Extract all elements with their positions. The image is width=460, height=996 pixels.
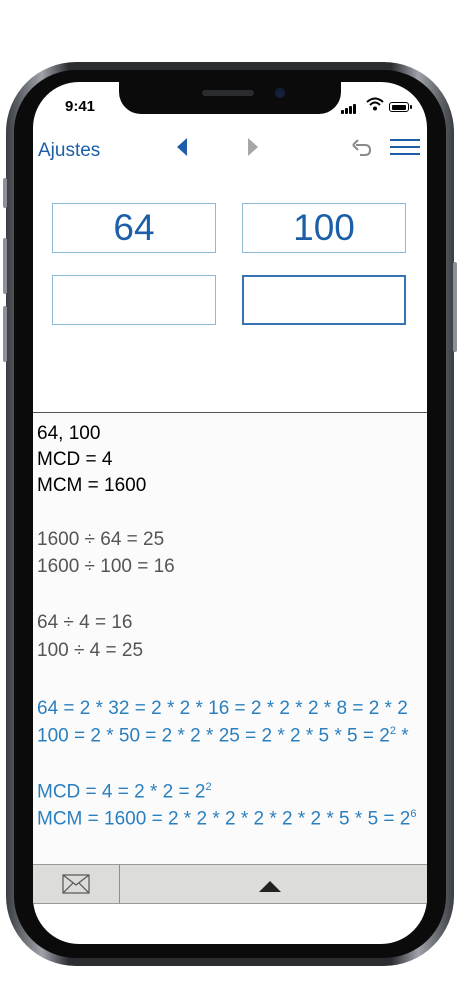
status-time: 9:41 [65,98,96,115]
result-mcd: MCD = 4 [37,449,113,470]
speaker [202,90,254,96]
number-input-4[interactable] [242,275,406,325]
app-screen: 9:41 Ajustes 64 100 64, 100 MCD = 4 MCM … [33,82,427,944]
division-step-3: 64 ÷ 4 = 16 [37,612,133,633]
back-triangle-icon[interactable] [177,138,187,156]
menu-icon[interactable] [390,139,420,160]
number-input-2[interactable]: 100 [242,203,406,253]
power-button [453,262,457,352]
notch [119,82,341,114]
division-step-4: 100 ÷ 4 = 25 [37,640,144,661]
toolbar-divider [119,865,120,903]
mcd-factorization: MCD = 4 = 2 * 2 = 22 [37,781,212,803]
result-numbers: 64, 100 [37,423,101,444]
wifi-icon [366,97,384,111]
division-step-2: 1600 ÷ 100 = 16 [37,556,175,577]
silent-switch [3,178,7,208]
factorization-100: 100 = 2 * 50 = 2 * 2 * 25 = 2 * 2 * 5 * … [37,725,409,747]
undo-icon[interactable] [351,138,373,158]
bottom-toolbar [33,864,427,904]
results-panel: 64, 100 MCD = 4 MCM = 1600 1600 ÷ 64 = 2… [33,412,427,865]
number-input-1[interactable]: 64 [52,203,216,253]
settings-link[interactable]: Ajustes [38,140,100,162]
volume-up-button [3,238,7,294]
mail-icon[interactable] [62,874,90,894]
result-mcm: MCM = 1600 [37,475,147,496]
forward-triangle-icon[interactable] [248,138,258,156]
division-step-1: 1600 ÷ 64 = 25 [37,529,165,550]
up-triangle-icon[interactable] [259,881,281,892]
front-camera [275,88,285,98]
volume-down-button [3,306,7,362]
mcm-factorization: MCM = 1600 = 2 * 2 * 2 * 2 * 2 * 2 * 5 *… [37,808,417,830]
factorization-64: 64 = 2 * 32 = 2 * 2 * 16 = 2 * 2 * 2 * 8… [37,698,408,719]
number-input-3[interactable] [52,275,216,325]
battery-icon [389,102,412,112]
